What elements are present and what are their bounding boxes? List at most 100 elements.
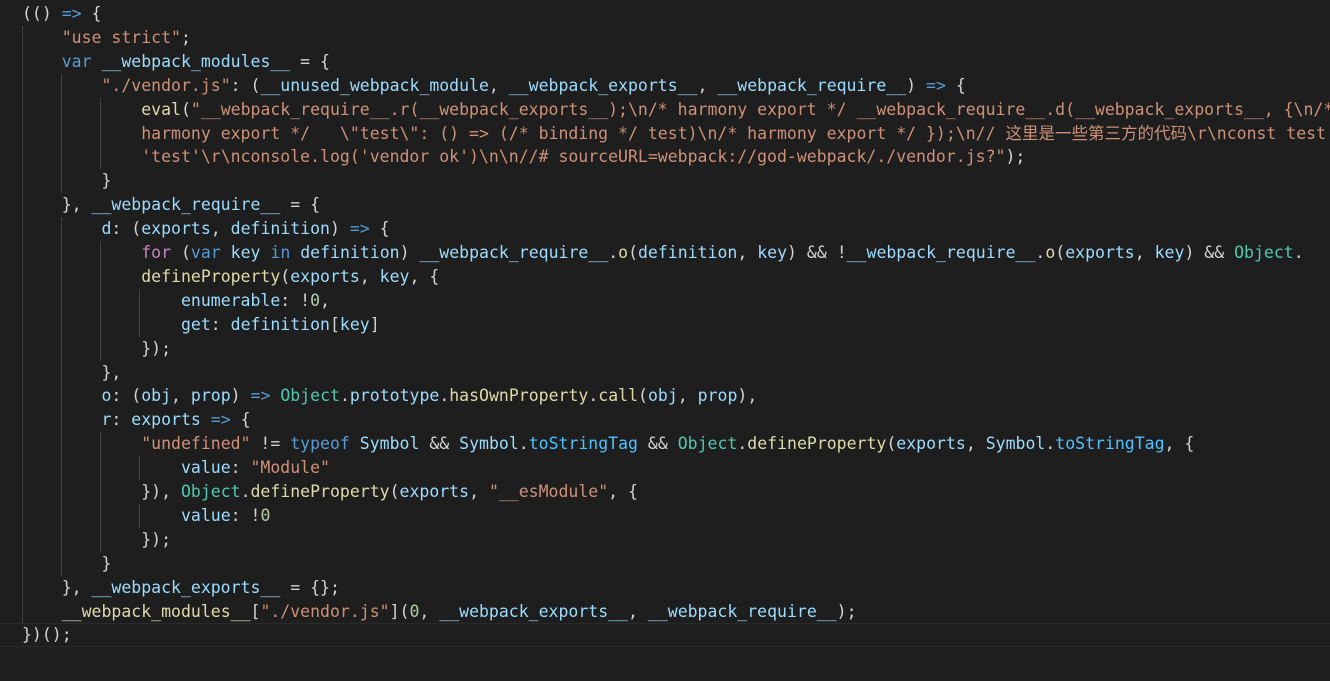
code-token: . [608, 243, 619, 262]
code-line[interactable]: var __webpack_modules__ = { [0, 50, 1330, 74]
code-line[interactable]: enumerable: !0, [0, 289, 1330, 313]
code-token: , [469, 482, 489, 501]
code-token: } [22, 553, 112, 573]
code-token: get [180, 314, 211, 334]
code-line[interactable]: for (var key in definition) __webpack_re… [0, 241, 1330, 265]
code-token: . [1045, 434, 1056, 454]
code-line[interactable]: __webpack_modules__["./vendor.js"](0, __… [0, 600, 1330, 624]
code-token: definition [300, 243, 400, 262]
code-token: && [637, 434, 678, 454]
code-token: exports [290, 266, 360, 286]
code-token: obj [647, 386, 678, 406]
code-line[interactable]: "./vendor.js": (__unused_webpack_module,… [0, 74, 1330, 98]
code-token: __webpack_require__ [647, 601, 837, 621]
code-line[interactable]: defineProperty(exports, key, { [0, 265, 1330, 289]
code-token: : ( [230, 75, 261, 95]
code-token: __webpack_exports__ [91, 577, 281, 597]
code-token: , [320, 290, 330, 310]
code-token: value [180, 458, 231, 478]
code-token: , [171, 386, 191, 406]
code-line[interactable]: }, __webpack_exports__ = {}; [0, 576, 1330, 600]
code-token: prop [697, 386, 738, 406]
code-token: Object [180, 482, 241, 501]
code-token: : ( [111, 219, 142, 239]
code-token: 0 [260, 505, 271, 525]
code-token: ( [886, 434, 897, 454]
code-token: ]( [389, 601, 410, 621]
code-line[interactable]: harmony export */ \"test\": () => (/* bi… [0, 122, 1330, 146]
code-line[interactable]: }); [0, 337, 1330, 361]
code-token: var [61, 51, 92, 71]
code-token: . [737, 434, 748, 454]
code-token: exports [896, 434, 966, 454]
code-line[interactable]: }); [0, 528, 1330, 552]
code-token: call [598, 386, 639, 406]
code-token: . [240, 482, 251, 501]
code-line[interactable]: "undefined" != typeof Symbol && Symbol.t… [0, 432, 1330, 456]
code-token: ( [180, 99, 191, 119]
code-token: exports [131, 410, 201, 430]
code-token: 0 [310, 290, 321, 310]
code-token: . [588, 386, 599, 406]
code-line[interactable]: 'test'\r\nconsole.log('vendor ok')\n\n//… [0, 145, 1330, 169]
code-line[interactable]: value: !0 [0, 504, 1330, 528]
code-token: , { [608, 482, 638, 501]
code-token: = { [280, 195, 321, 215]
code-token: hasOwnProperty [449, 386, 589, 406]
code-token: __webpack_exports__ [439, 601, 629, 621]
code-token: __webpack_require__ [419, 243, 609, 262]
code-line[interactable]: value: "Module" [0, 456, 1330, 480]
code-token: defineProperty [141, 266, 281, 286]
code-token: [ [250, 601, 261, 621]
code-token: harmony export */ \"test\": () => (/* bi… [141, 123, 1330, 143]
code-line[interactable]: "use strict"; [0, 26, 1330, 50]
code-token: = { [290, 51, 330, 71]
code-token: . [1293, 243, 1304, 262]
code-editor[interactable]: (() => { "use strict"; var __webpack_mod… [0, 0, 1330, 681]
code-token: key [339, 314, 370, 334]
code-token: , [488, 75, 509, 95]
code-token: exports [141, 219, 211, 239]
code-line[interactable]: (() => { [0, 2, 1330, 26]
code-token: , [737, 243, 758, 262]
code-line[interactable]: eval("__webpack_require__.r(__webpack_ex… [0, 98, 1330, 122]
code-line[interactable]: r: exports => { [0, 408, 1330, 432]
code-token: = {}; [280, 577, 340, 597]
code-line[interactable]: d: (exports, definition) => { [0, 217, 1330, 241]
code-line[interactable]: o: (obj, prop) => Object.prototype.hasOw… [0, 384, 1330, 408]
code-line[interactable]: get: definition[key] [0, 313, 1330, 337]
code-token: exports [1065, 243, 1135, 262]
code-token: "use strict" [61, 27, 181, 47]
code-token: prototype [349, 386, 440, 406]
code-token: => [250, 386, 271, 406]
code-line[interactable]: } [0, 169, 1330, 193]
code-line[interactable]: }, __webpack_require__ = { [0, 193, 1330, 217]
code-line[interactable]: }, [0, 361, 1330, 385]
code-token: "__esModule" [488, 482, 609, 501]
code-token: }); [22, 529, 172, 549]
code-line[interactable]: }), Object.defineProperty(exports, "__es… [0, 480, 1330, 504]
code-line[interactable]: })(); [0, 623, 1330, 648]
code-token: ); [1005, 147, 1026, 167]
code-token: __webpack_require__ [846, 243, 1036, 262]
code-token: for [141, 243, 172, 262]
code-token: ), [737, 386, 758, 406]
code-token: "undefined" [141, 434, 251, 454]
code-token: Object [677, 434, 738, 454]
code-token: ) && [1184, 243, 1235, 262]
code-token: Object [1234, 243, 1294, 262]
code-token: toStringTag [1055, 434, 1165, 454]
code-line[interactable]: } [0, 552, 1330, 576]
